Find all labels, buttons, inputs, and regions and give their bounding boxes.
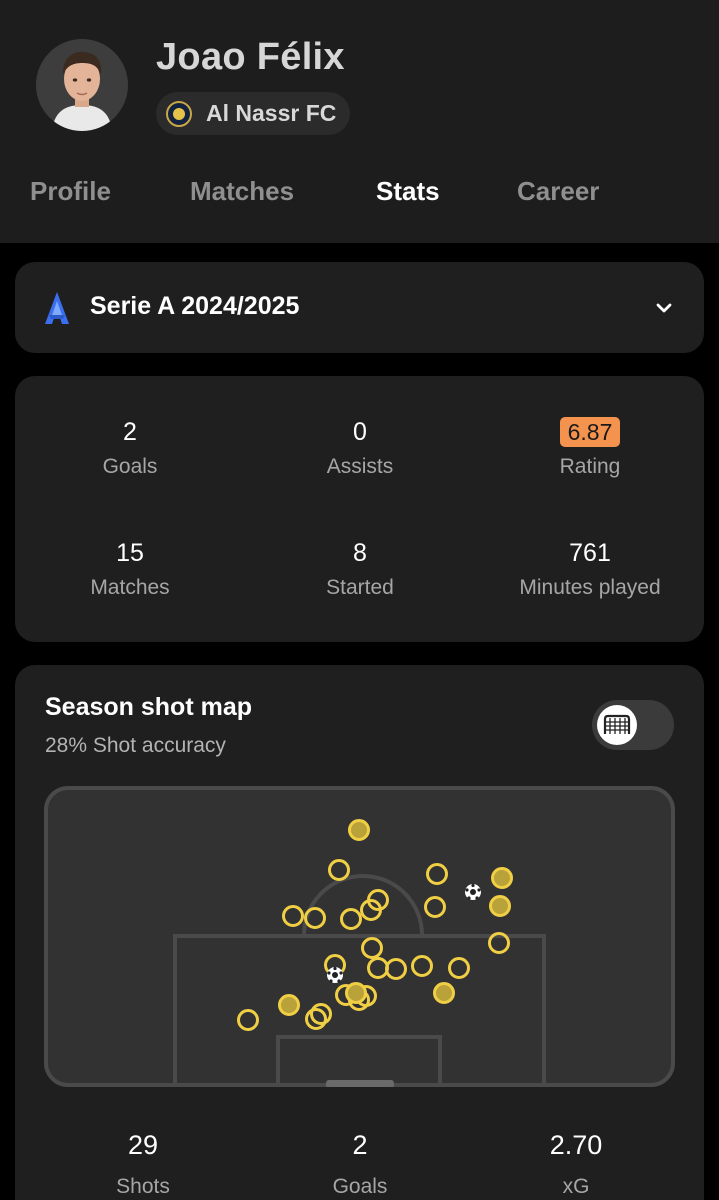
rating-badge: 6.87 xyxy=(559,417,621,447)
summary-xg: 2.70 xG xyxy=(466,1130,686,1199)
toggle-knob[interactable] xyxy=(597,705,637,745)
player-name: Joao Félix xyxy=(156,36,345,78)
shot-marker xyxy=(491,867,513,889)
stat-value: 8 xyxy=(353,539,367,567)
serie-a-logo-icon xyxy=(45,292,69,324)
stat-label: Rating xyxy=(559,455,621,478)
player-header: Joao Félix Al Nassr FC Profile Matches S… xyxy=(0,0,719,243)
goal-net-icon xyxy=(603,714,631,734)
shot-marker xyxy=(348,819,370,841)
stat-label: Minutes played xyxy=(519,576,661,599)
summary-label: xG xyxy=(562,1175,590,1198)
shot-marker xyxy=(345,982,367,1004)
shot-marker xyxy=(278,994,300,1016)
season-stats-card: 2 Goals 0 Assists 6.87 Rating 15 Matches… xyxy=(15,376,704,642)
summary-goals: 2 Goals xyxy=(250,1130,470,1199)
stat-label: Matches xyxy=(90,576,170,599)
stat-assists: 0 Assists xyxy=(245,417,475,479)
chevron-down-icon[interactable] xyxy=(654,298,674,318)
shot-marker xyxy=(489,895,511,917)
stat-label: Started xyxy=(326,576,394,599)
tab-bar: Profile Matches Stats Career xyxy=(0,176,719,220)
summary-shots: 29 Shots xyxy=(33,1130,253,1199)
stat-started: 8 Started xyxy=(245,538,475,600)
team-name: Al Nassr FC xyxy=(206,100,337,126)
tab-matches[interactable]: Matches xyxy=(190,176,294,207)
shot-marker xyxy=(433,982,455,1004)
league-name: Serie A 2024/2025 xyxy=(90,292,300,320)
tab-profile[interactable]: Profile xyxy=(30,176,111,207)
stat-goals: 2 Goals xyxy=(15,417,245,479)
stat-value: 15 xyxy=(116,539,144,567)
summary-value: 29 xyxy=(127,1130,159,1160)
goal-ball-icon xyxy=(465,883,481,900)
goal-ball-icon xyxy=(327,966,343,983)
stat-minutes-played: 761 Minutes played xyxy=(475,538,705,600)
stat-label: Goals xyxy=(102,455,158,478)
stat-matches: 15 Matches xyxy=(15,538,245,600)
stat-value: 0 xyxy=(353,418,367,446)
tab-career[interactable]: Career xyxy=(517,176,599,207)
team-chip[interactable]: Al Nassr FC xyxy=(156,92,351,135)
team-logo-icon xyxy=(166,100,192,127)
stat-label: Assists xyxy=(326,455,394,478)
stat-value: 761 xyxy=(569,539,611,567)
shot-map-view-toggle[interactable] xyxy=(592,700,674,750)
stat-value: 2 xyxy=(123,418,137,446)
shot-map-title: Season shot map xyxy=(45,693,252,721)
stat-rating: 6.87 Rating xyxy=(475,417,705,479)
league-selector[interactable]: Serie A 2024/2025 xyxy=(15,262,704,353)
shot-map-pitch xyxy=(44,786,675,1087)
summary-label: Shots xyxy=(116,1175,170,1198)
summary-value: 2 xyxy=(352,1130,368,1160)
summary-label: Goals xyxy=(332,1175,388,1198)
shot-map-card: Season shot map 28% Shot accuracy 29 Sho… xyxy=(15,665,704,1200)
shot-accuracy: 28% Shot accuracy xyxy=(45,734,226,757)
summary-value: 2.70 xyxy=(549,1130,603,1160)
player-avatar xyxy=(36,39,128,131)
tab-stats[interactable]: Stats xyxy=(376,176,440,207)
